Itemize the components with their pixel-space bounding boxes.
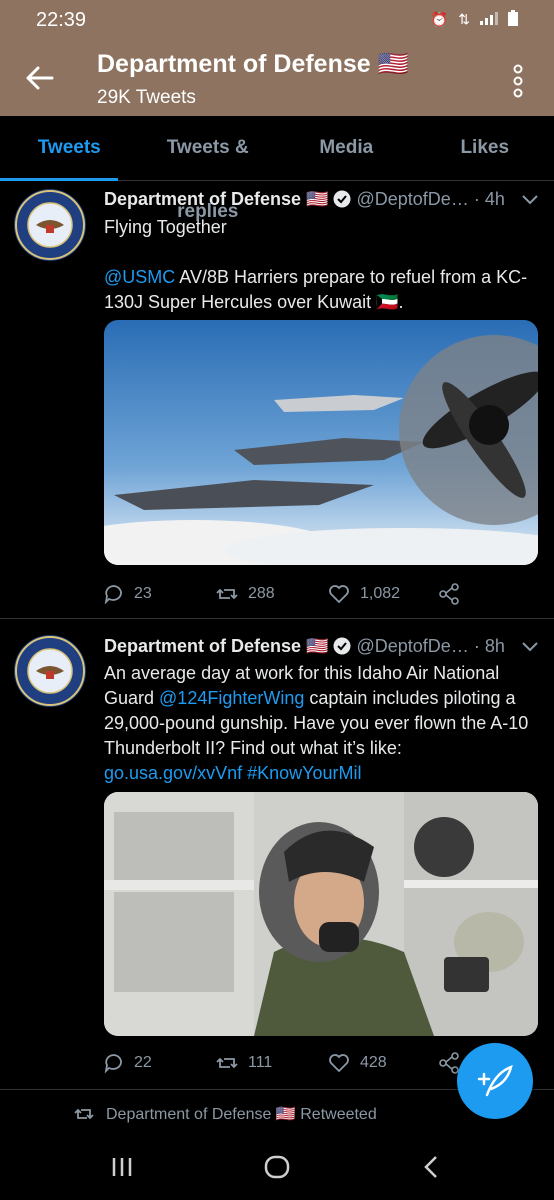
tweet-2[interactable]: Department of Defense 🇺🇸 @DeptofDe… · 8h… [0, 619, 554, 1090]
tweet-image[interactable] [104, 320, 538, 565]
tweet-count: 29K Tweets [97, 87, 196, 108]
retweet-icon [216, 1057, 238, 1069]
profile-tabs: Tweets Tweets & replies Media Likes [0, 116, 554, 222]
tweet-menu-button[interactable] [522, 193, 538, 211]
tweet-handle: @DeptofDe… [356, 636, 469, 656]
verified-badge-icon [333, 190, 351, 208]
reply-button[interactable]: 23 [104, 579, 216, 609]
harrier-jets-photo [104, 320, 538, 565]
status-bar: 22:39 ⏰ ⇅ [0, 0, 554, 40]
tab-tweets-replies[interactable]: Tweets & replies [139, 116, 278, 222]
tweet-actions: 23 288 1,082 [104, 579, 460, 609]
share-icon [439, 583, 459, 605]
verified-badge-icon [333, 637, 351, 655]
status-time: 22:39 [36, 9, 87, 31]
retweet-button[interactable]: 111 [216, 1048, 328, 1078]
retweet-icon [216, 588, 238, 600]
more-options-button[interactable] [504, 64, 532, 98]
url-link[interactable]: go.usa.gov/xvVnf [104, 763, 242, 783]
dod-seal-icon [15, 190, 85, 260]
retweeted-indicator: Department of Defense 🇺🇸 Retweeted [74, 1104, 377, 1124]
feather-plus-icon [477, 1064, 513, 1097]
alarm-icon: ⏰ [430, 11, 449, 27]
chevron-down-icon [522, 642, 538, 652]
sync-icon: ⇅ [458, 11, 470, 27]
back-button[interactable] [20, 58, 60, 98]
mention-link[interactable]: @USMC [104, 267, 175, 287]
tweet-author[interactable]: Department of Defense 🇺🇸 [104, 636, 328, 656]
reply-icon [104, 1054, 122, 1073]
avatar[interactable] [14, 635, 86, 707]
retweet-button[interactable]: 288 [216, 579, 328, 609]
tweet-handle: @DeptofDe… [356, 189, 469, 209]
pilot-photo [104, 792, 538, 1036]
retweet-icon [74, 1108, 94, 1120]
tweet-menu-button[interactable] [522, 640, 538, 658]
arrow-left-icon [26, 66, 54, 90]
tweet-text: Flying Together @USMC AV/8B Harriers pre… [104, 217, 528, 312]
tweet-text: An average day at work for this Idaho Ai… [104, 663, 529, 783]
signal-icon [480, 11, 498, 28]
hashtag-link[interactable]: #KnowYourMil [247, 763, 361, 783]
reply-icon [104, 585, 122, 604]
like-button[interactable]: 1,082 [328, 579, 438, 609]
tweet-author[interactable]: Department of Defense 🇺🇸 [104, 189, 328, 209]
home-button[interactable] [257, 1151, 297, 1183]
tab-tweets[interactable]: Tweets [0, 116, 139, 181]
compose-tweet-button[interactable] [457, 1043, 533, 1119]
share-button[interactable] [438, 579, 460, 609]
tweet-time: · 8h [473, 636, 505, 656]
avatar[interactable] [14, 189, 86, 261]
dod-seal-icon [15, 636, 85, 706]
reply-button[interactable]: 22 [104, 1048, 216, 1078]
recent-apps-icon [112, 1158, 132, 1176]
profile-header: Department of Defense 🇺🇸 29K Tweets [0, 40, 554, 116]
system-back-button[interactable] [412, 1151, 452, 1183]
home-circle-icon [264, 1155, 290, 1179]
heart-icon [329, 1054, 349, 1073]
tweet-image[interactable] [104, 792, 538, 1036]
mention-link[interactable]: @124FighterWing [159, 688, 304, 708]
system-nav-bar [0, 1133, 554, 1200]
chevron-down-icon [522, 195, 538, 205]
battery-icon [508, 10, 518, 29]
tweet-1[interactable]: Department of Defense 🇺🇸 @DeptofDe… · 4h… [0, 181, 554, 619]
chevron-left-icon [424, 1156, 437, 1178]
tweet-actions: 22 111 428 [104, 1048, 460, 1078]
tab-media[interactable]: Media [277, 116, 416, 180]
more-vertical-icon [513, 64, 523, 98]
tab-likes[interactable]: Likes [416, 116, 554, 180]
tweet-time: · 4h [473, 189, 505, 209]
like-button[interactable]: 428 [328, 1048, 438, 1078]
heart-icon [329, 585, 349, 604]
profile-name: Department of Defense 🇺🇸 [97, 50, 409, 78]
recent-apps-button[interactable] [102, 1151, 142, 1183]
